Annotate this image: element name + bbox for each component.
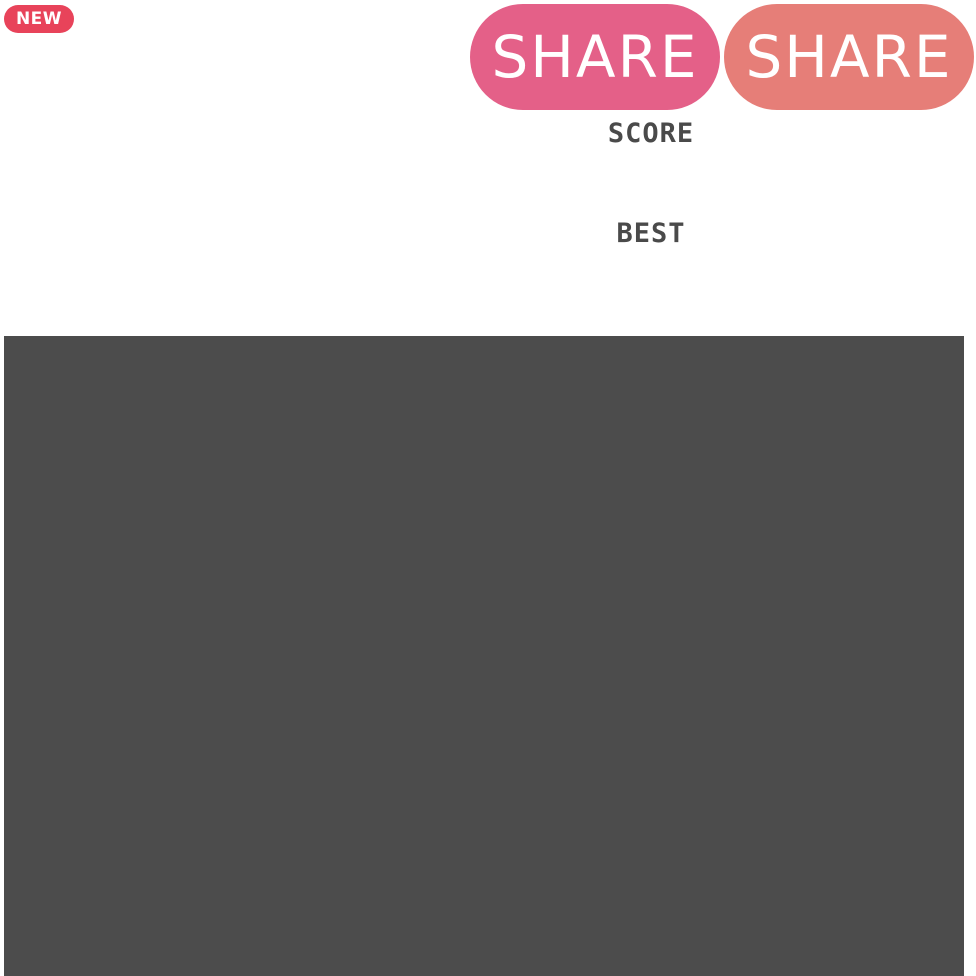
score-label: SCORE [607,118,695,149]
game-board[interactable] [4,336,964,976]
share-button-secondary[interactable]: SHARE [724,4,974,110]
game-screen: NEW SHARE SHARE SCORE BEST [0,0,976,976]
share-button-primary[interactable]: SHARE [470,4,720,110]
best-label: BEST [616,218,686,249]
new-badge: NEW [4,5,74,33]
